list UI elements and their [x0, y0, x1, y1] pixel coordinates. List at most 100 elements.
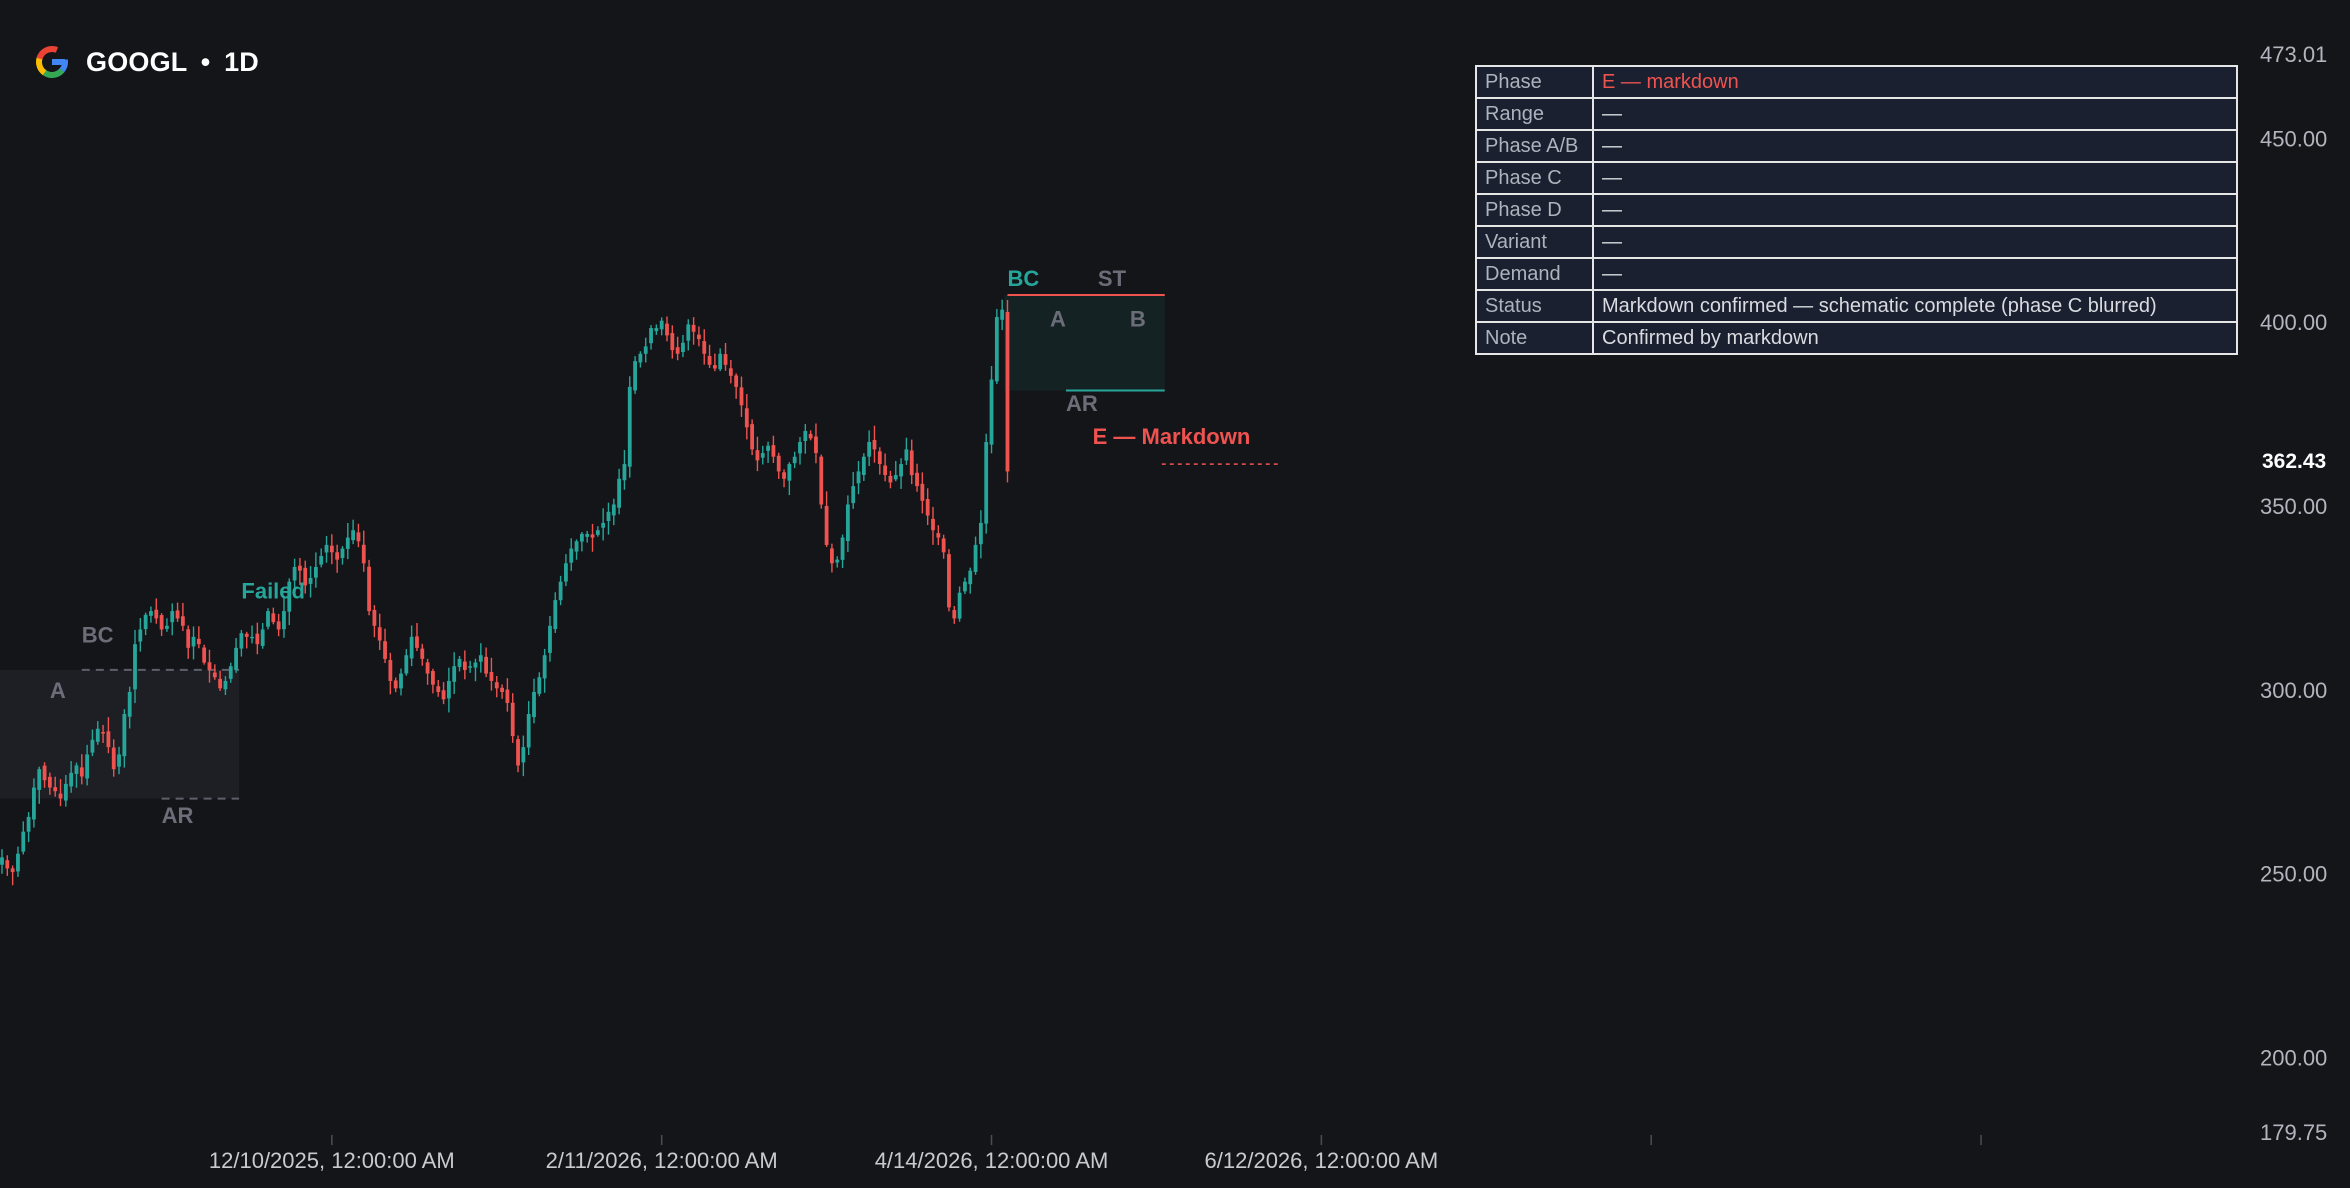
annotation-label: ST — [1098, 266, 1127, 291]
candle — [239, 629, 244, 657]
candle — [872, 425, 877, 463]
candle — [824, 491, 829, 547]
candle — [654, 324, 659, 335]
candle — [345, 523, 350, 560]
info-value: Confirmed by markdown — [1592, 321, 2238, 355]
candle — [707, 344, 712, 368]
info-row: Note Confirmed by markdown — [1475, 321, 2238, 355]
candle — [798, 437, 802, 465]
candle — [478, 643, 483, 673]
price-tick-label: 400.00 — [2260, 310, 2327, 335]
candle — [904, 437, 909, 466]
candle — [372, 605, 377, 638]
candle — [159, 613, 164, 636]
time-tick-label: 12/10/2025, 12:00:00 AM — [209, 1148, 455, 1173]
info-value: E — markdown — [1592, 65, 2238, 99]
candle — [431, 668, 435, 694]
candle — [771, 435, 776, 463]
candle — [590, 523, 595, 552]
candle — [276, 613, 281, 637]
candle — [861, 453, 866, 482]
price-tick-label: 350.00 — [2260, 494, 2327, 519]
candle — [564, 554, 568, 587]
candle — [319, 548, 324, 568]
candle — [186, 625, 191, 659]
annotation-label: AR — [162, 803, 194, 828]
candle — [718, 348, 723, 372]
info-value: Markdown confirmed — schematic complete … — [1592, 289, 2238, 323]
info-value: — — [1592, 97, 2238, 131]
annotation-label: A — [1050, 307, 1066, 332]
candle — [909, 439, 914, 485]
price-bound-label: 473.01 — [2260, 42, 2327, 67]
candle — [994, 308, 999, 385]
symbol-header[interactable]: GOOGL • 1D — [32, 40, 259, 84]
candle — [244, 631, 249, 649]
candle — [383, 628, 387, 664]
candle — [393, 677, 398, 693]
candle — [835, 556, 840, 568]
candle — [931, 506, 935, 545]
candle — [21, 821, 26, 855]
candle — [532, 678, 536, 724]
candle — [766, 441, 770, 463]
candle — [510, 693, 515, 743]
time-tick-label: 2/11/2026, 12:00:00 AM — [546, 1148, 778, 1173]
candle — [175, 602, 180, 622]
candle — [409, 625, 414, 667]
candle — [26, 812, 31, 843]
candle — [250, 625, 254, 644]
candle — [697, 326, 701, 347]
last-price-label: 362.43 — [2262, 450, 2326, 473]
candle — [367, 559, 371, 616]
candle — [877, 447, 882, 475]
candle — [377, 613, 382, 651]
candle — [329, 534, 334, 565]
info-key: Status — [1475, 289, 1594, 323]
annotation-label: A — [50, 678, 66, 703]
candle — [335, 544, 340, 573]
candle — [441, 682, 446, 705]
info-key: Note — [1475, 321, 1594, 355]
info-value: — — [1592, 193, 2238, 227]
info-row: Phase E — markdown — [1475, 65, 2238, 99]
candle — [361, 530, 366, 572]
candle — [191, 626, 196, 660]
candle — [260, 623, 265, 649]
time-tick-label: 6/12/2026, 12:00:00 AM — [1205, 1148, 1439, 1173]
candle — [569, 538, 574, 571]
candle — [356, 523, 361, 548]
candle — [978, 510, 983, 559]
time-axis[interactable]: 12/10/2025, 12:00:00 AM 2/11/2026, 12:00:… — [209, 1135, 1982, 1173]
info-value: — — [1592, 161, 2238, 195]
candle — [686, 319, 691, 351]
candle — [462, 650, 467, 680]
candle — [154, 598, 159, 624]
candle — [643, 337, 648, 363]
candle — [792, 451, 797, 469]
candle — [936, 525, 941, 546]
candle — [776, 452, 781, 480]
annotation-label: E — Markdown — [1093, 424, 1251, 449]
candle — [617, 468, 622, 515]
candle — [973, 536, 978, 575]
candle — [606, 502, 611, 535]
info-value: — — [1592, 257, 2238, 291]
candle — [681, 334, 685, 358]
candle — [611, 498, 616, 526]
candle — [553, 592, 558, 633]
candle — [952, 606, 957, 624]
symbol-ticker: GOOGL • 1D — [86, 46, 259, 77]
candle — [760, 445, 765, 465]
time-tick-label: 4/14/2026, 12:00:00 AM — [875, 1148, 1109, 1173]
price-axis[interactable]: 200.00 250.00 300.00 350.00 400.00 450.00 179.… — [2260, 42, 2327, 1145]
candle — [388, 652, 393, 695]
candle — [457, 655, 462, 672]
info-key: Phase A/B — [1475, 129, 1594, 163]
price-tick-label: 200.00 — [2260, 1045, 2327, 1070]
candle — [266, 608, 270, 630]
annotation-label: BC — [1007, 266, 1039, 291]
candle — [755, 436, 760, 472]
candle — [313, 552, 318, 588]
candle — [282, 597, 286, 638]
